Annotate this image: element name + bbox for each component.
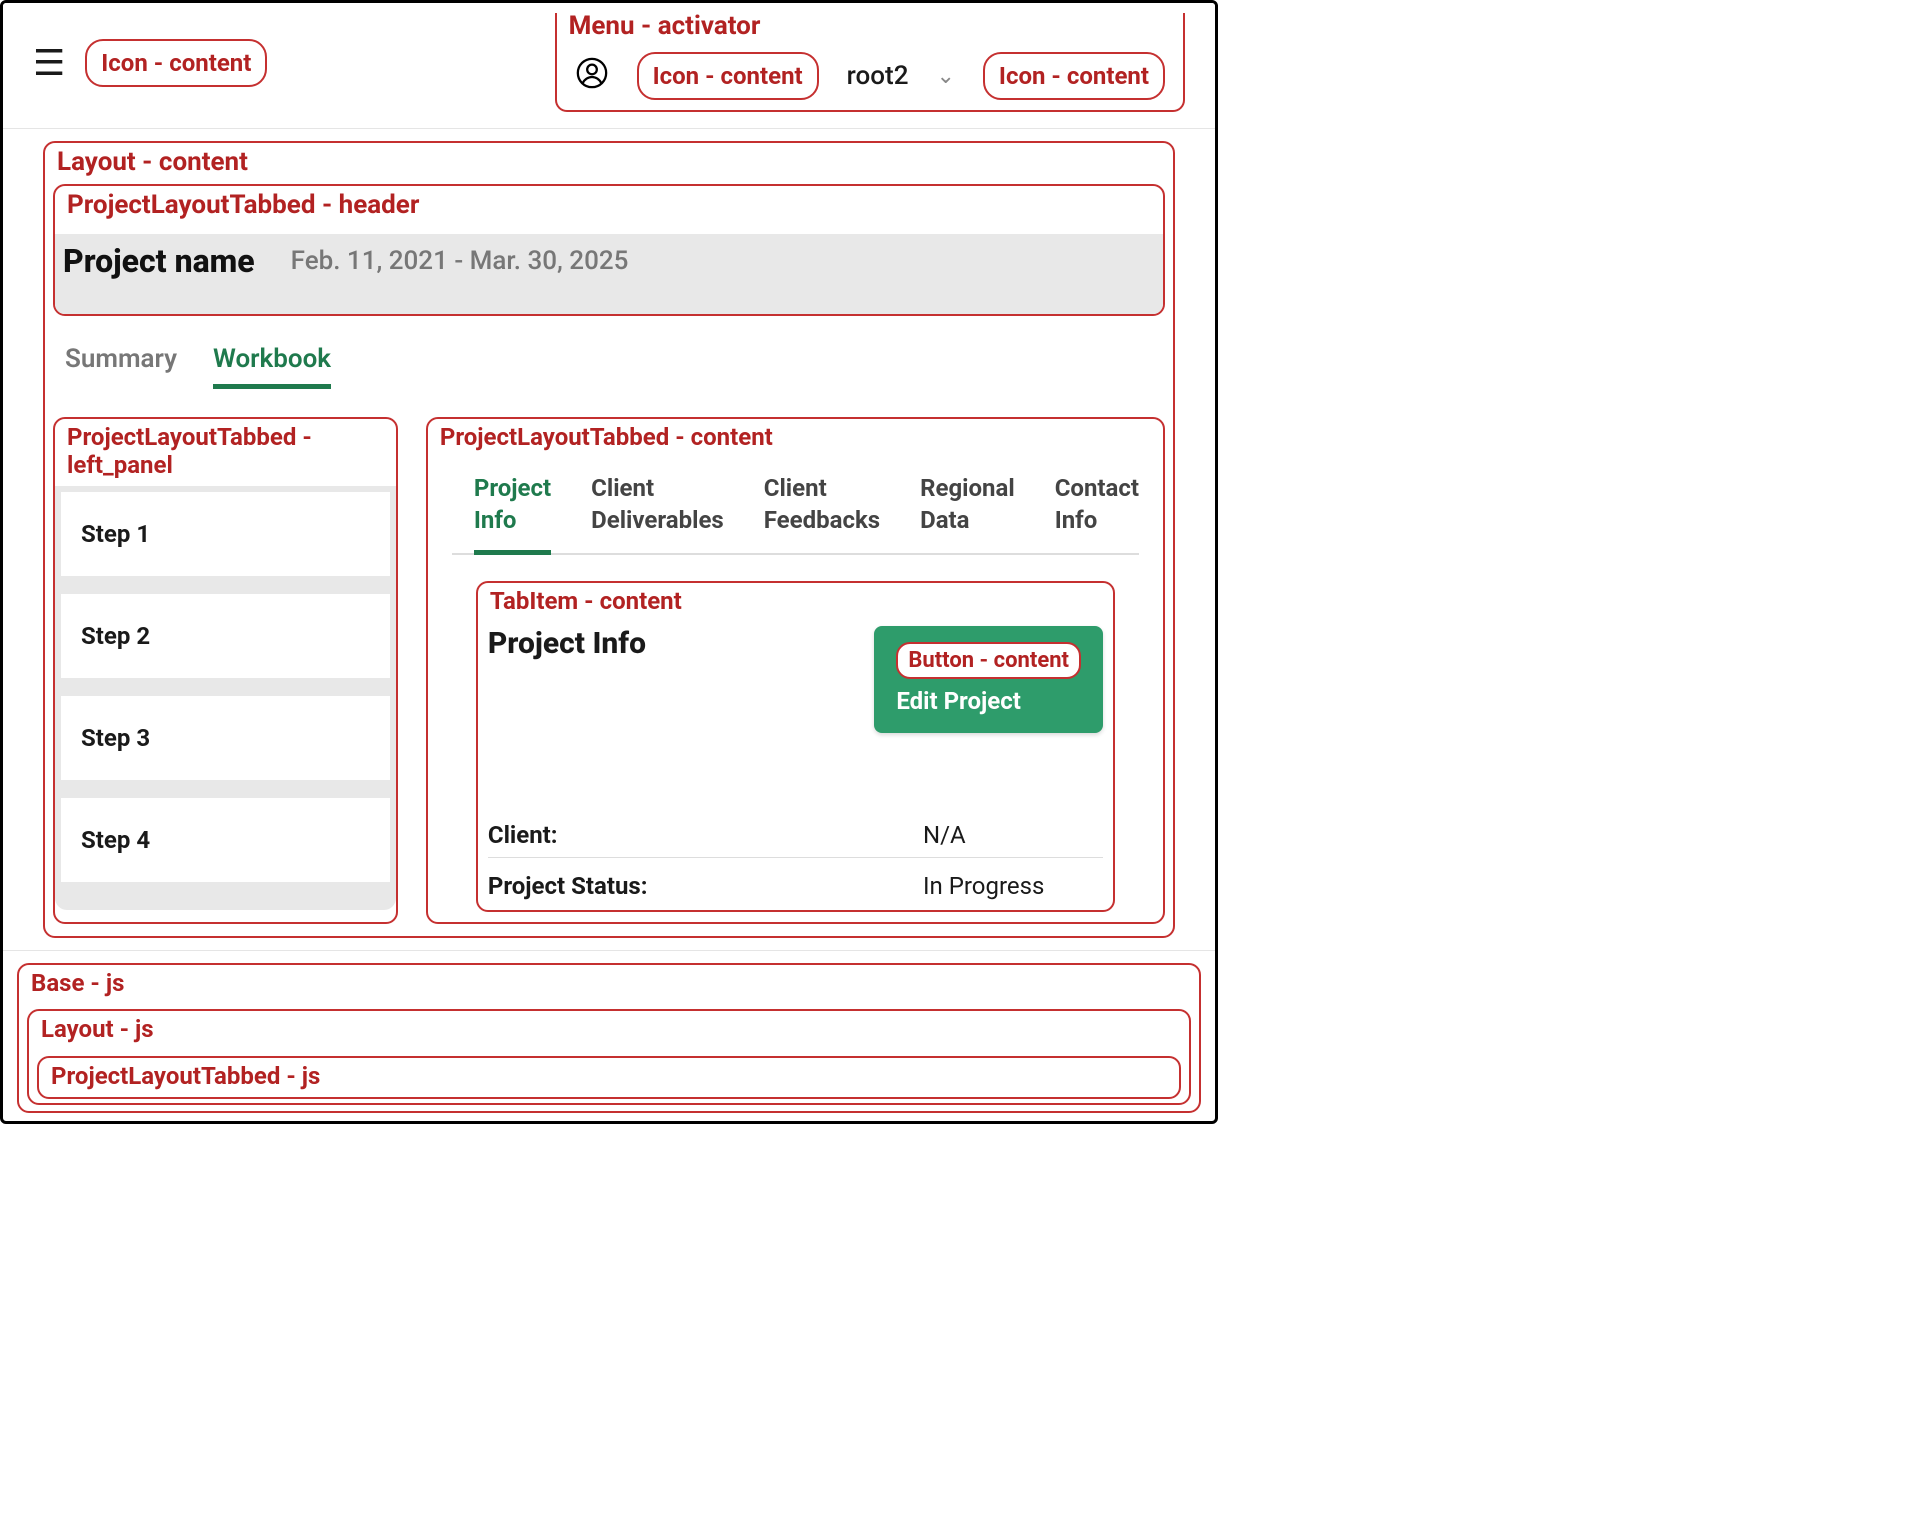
edit-project-button[interactable]: Button - content Edit Project bbox=[874, 626, 1103, 733]
info-label: Project Status: bbox=[488, 872, 648, 900]
user-menu[interactable]: Icon - content root2 ⌄ Icon - content bbox=[557, 48, 1183, 110]
section-title-project-info: Project Info bbox=[488, 626, 646, 661]
annotation-title-layout-js: Layout - js bbox=[29, 1011, 1189, 1050]
tab-workbook[interactable]: Workbook bbox=[213, 344, 331, 389]
annotation-tabbed-js: ProjectLayoutTabbed - js bbox=[37, 1056, 1181, 1099]
project-date-range: Feb. 11, 2021 - Mar. 30, 2025 bbox=[291, 246, 629, 276]
tab-label: Client bbox=[764, 474, 827, 502]
info-value: In Progress bbox=[923, 872, 1103, 900]
step-card[interactable]: Step 4 bbox=[61, 798, 390, 882]
annotation-layout-content: Layout - content ProjectLayoutTabbed - h… bbox=[43, 141, 1175, 937]
annotation-title-tabbed-js: ProjectLayoutTabbed - js bbox=[39, 1058, 1179, 1097]
edit-project-button-label: Edit Project bbox=[896, 687, 1081, 715]
tab-label: Regional bbox=[920, 474, 1015, 502]
hamburger-icon[interactable]: ☰ bbox=[33, 45, 65, 81]
step-card[interactable]: Step 1 bbox=[61, 492, 390, 576]
annotation-tabbed-left: ProjectLayoutTabbed - left_panel Step 1 … bbox=[53, 417, 398, 924]
annotation-title-tabbed-content: ProjectLayoutTabbed - content bbox=[428, 419, 1163, 458]
info-row-client: Client: N/A bbox=[488, 807, 1103, 858]
annotation-button-content: Button - content bbox=[896, 642, 1081, 679]
tab-label: Project bbox=[474, 474, 551, 502]
annotation-icon-content-user: Icon - content bbox=[637, 52, 819, 100]
tab-label: Client bbox=[591, 474, 654, 502]
annotation-tabbed-header: ProjectLayoutTabbed - header Project nam… bbox=[53, 184, 1165, 315]
info-row-status: Project Status: In Progress bbox=[488, 858, 1103, 908]
step-card[interactable]: Step 3 bbox=[61, 696, 390, 780]
tab-client-deliverables[interactable]: Client Deliverables bbox=[591, 467, 724, 552]
annotation-layout-js: Layout - js ProjectLayoutTabbed - js bbox=[27, 1009, 1191, 1105]
tab-project-info[interactable]: Project Info bbox=[474, 467, 551, 554]
project-name: Project name bbox=[63, 242, 255, 280]
annotation-title-menu: Menu - activator bbox=[557, 7, 1183, 48]
tab-regional-data[interactable]: Regional Data bbox=[920, 467, 1015, 552]
annotation-tabitem-content: TabItem - content Project Info Button - … bbox=[476, 581, 1115, 912]
tab-label: Contact bbox=[1055, 474, 1139, 502]
tab-client-feedbacks[interactable]: Client Feedbacks bbox=[764, 467, 880, 552]
tab-label: Info bbox=[474, 506, 517, 534]
annotation-title-layout-content: Layout - content bbox=[45, 143, 1173, 184]
tab-label: Feedbacks bbox=[764, 506, 880, 534]
step-card[interactable]: Step 2 bbox=[61, 594, 390, 678]
annotation-icon-content-left: Icon - content bbox=[85, 39, 267, 87]
annotation-icon-content-chevron: Icon - content bbox=[983, 52, 1165, 100]
info-label: Client: bbox=[488, 821, 558, 849]
chevron-down-icon[interactable]: ⌄ bbox=[936, 64, 954, 89]
annotation-tabbed-content: ProjectLayoutTabbed - content Project In… bbox=[426, 417, 1165, 924]
annotation-title-left-panel: ProjectLayoutTabbed - left_panel bbox=[55, 419, 396, 487]
user-avatar-icon bbox=[575, 56, 609, 96]
user-name-label: root2 bbox=[847, 61, 909, 91]
info-value: N/A bbox=[923, 821, 1103, 849]
tab-label: Deliverables bbox=[591, 506, 724, 534]
annotation-base-js: Base - js Layout - js ProjectLayoutTabbe… bbox=[17, 963, 1201, 1113]
annotation-title-tabitem: TabItem - content bbox=[478, 583, 1113, 622]
tab-summary[interactable]: Summary bbox=[65, 344, 177, 389]
annotation-title-tabbed-header: ProjectLayoutTabbed - header bbox=[55, 186, 1163, 227]
tab-label: Info bbox=[1055, 506, 1098, 534]
annotation-menu-activator: Menu - activator Icon - content root2 ⌄ … bbox=[555, 13, 1185, 112]
tab-label: Data bbox=[920, 506, 969, 534]
annotation-title-base-js: Base - js bbox=[19, 965, 1199, 1004]
tab-contact-info[interactable]: Contact Info bbox=[1055, 467, 1139, 552]
